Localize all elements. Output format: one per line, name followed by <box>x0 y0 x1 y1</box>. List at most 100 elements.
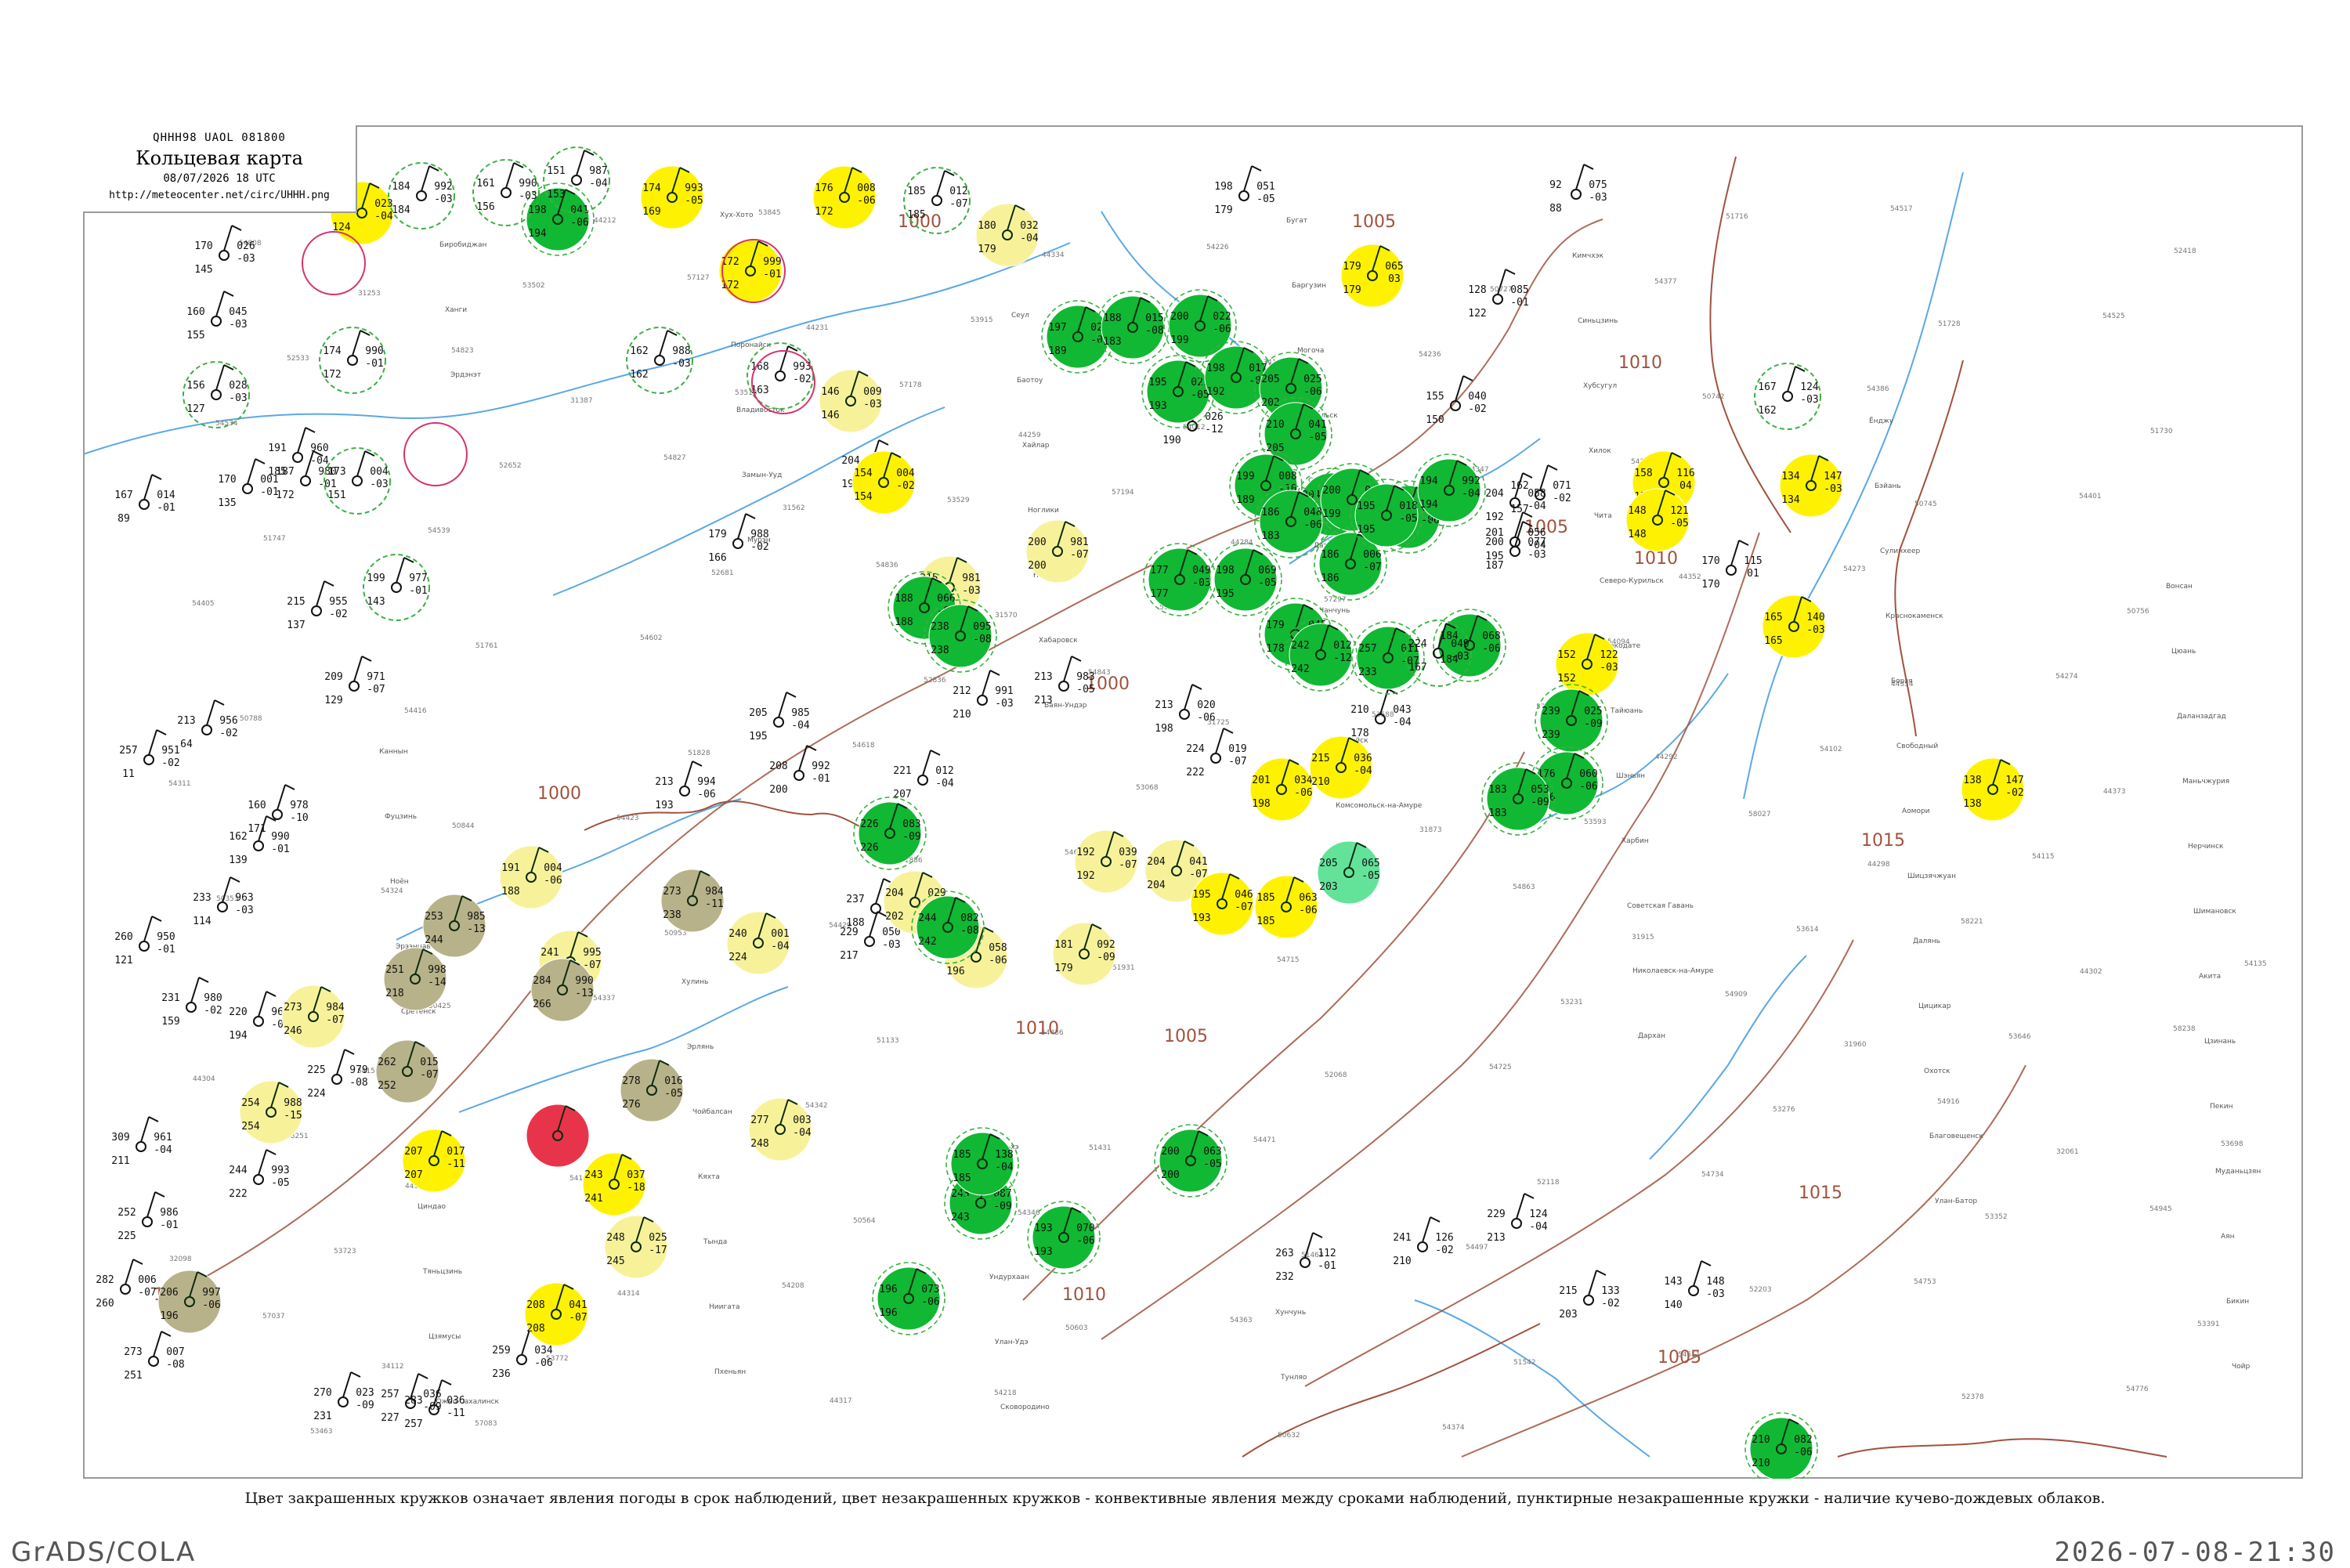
circle-map[interactable]: 1000100510101015100010051010101510001005… <box>83 125 2303 1479</box>
weather-station-25[interactable]: 240 001 224 -04 <box>726 911 790 975</box>
weather-station-22[interactable]: 205 065 203 -05 <box>1317 840 1381 905</box>
weather-station-27[interactable]: 181 092 179 -09 <box>1052 922 1116 986</box>
weather-station-67-dewpoint: 183 <box>1488 807 1506 819</box>
plain-station-43[interactable]: 221 012 207 -04 <box>893 750 954 800</box>
weather-station-34[interactable]: 208 041 208 -07 <box>524 1282 588 1346</box>
plain-station-27[interactable]: 282 006 260 -07 <box>96 1259 157 1310</box>
plain-station-25[interactable]: 244 993 222 -05 <box>229 1149 290 1200</box>
weather-station-36[interactable]: 206 997 196 -06 <box>157 1270 222 1334</box>
weather-station-76[interactable]: 196 073 196 -06 <box>872 1262 945 1335</box>
plain-station-10[interactable]: 160 045 155 -03 <box>186 291 248 341</box>
weather-station-4[interactable]: 172 999172-01 <box>718 239 783 303</box>
plain-station-15[interactable]: 209 971 129 -07 <box>324 656 385 706</box>
plain-station-9[interactable]: 170 115 170 01 <box>1701 540 1762 591</box>
plain-station-20[interactable]: 233 963 114 -03 <box>193 876 254 927</box>
plain-station-0-wind-feather <box>1251 165 1262 172</box>
weather-station-65[interactable]: 239 025 239 -09 <box>1535 684 1608 757</box>
weather-station-20[interactable]: 195 046 193 -07 <box>1190 872 1254 936</box>
weather-station-46[interactable]: 188 015 183 -08 <box>1096 291 1170 364</box>
cb-station-1[interactable]: 161 990 156 -03 <box>472 159 540 226</box>
plain-station-26[interactable]: 252 986 225 -01 <box>118 1191 179 1242</box>
plain-station-17[interactable]: 257 951 11 -02 <box>119 729 180 780</box>
plain-station-41[interactable]: 205 985 195 -04 <box>749 692 810 742</box>
plain-station-22[interactable]: 231 980 159 -02 <box>161 977 222 1028</box>
weather-station-9[interactable]: 200 981 200 -07 <box>1025 519 1090 583</box>
weather-station-74[interactable]: 200 063 200 -05 <box>1154 1124 1227 1198</box>
plain-station-18[interactable]: 160 978171-10 <box>248 784 309 835</box>
cb-station-5[interactable]: 174 990 172 -01 <box>319 327 386 394</box>
plain-station-23[interactable]: 220 967194-04 <box>229 991 290 1042</box>
weather-station-17[interactable]: 215 036 210 -04 <box>1309 735 1373 800</box>
plain-station-14[interactable]: 215 955 137 -02 <box>287 580 348 631</box>
weather-station-23[interactable]: 191 004 188 -06 <box>499 845 563 909</box>
weather-station-21[interactable]: 185 063 185 -06 <box>1254 875 1318 939</box>
weather-station-55[interactable]: 198 069 195 -05 <box>1209 543 1282 616</box>
plain-station-4[interactable]: 155 040 150 -02 <box>1426 375 1487 426</box>
weather-station-30[interactable]: 254 988 254 -15 <box>239 1080 303 1144</box>
plain-station-40[interactable]: 212 991 210 -03 <box>953 670 1014 721</box>
cb-station-11[interactable]: 156 028 127 -03 <box>183 361 250 428</box>
weather-station-11[interactable]: 148 121 148 -05 <box>1625 488 1690 552</box>
plain-station-28[interactable]: 273 007 251 -08 <box>124 1331 185 1382</box>
plain-station-24[interactable]: 309 961 211 -04 <box>111 1116 172 1167</box>
plain-station-47[interactable]: 213 020 198 -06 <box>1155 684 1216 735</box>
plain-station-49[interactable]: 263 112 232 -01 <box>1275 1232 1336 1283</box>
weather-station-13[interactable]: 165 140 165 -03 <box>1762 594 1826 659</box>
plain-station-0[interactable]: 198 051 179 -05 <box>1214 165 1275 216</box>
plain-station-11[interactable]: 170 026 145 -03 <box>194 225 255 276</box>
plain-station-34[interactable]: 213 994 193 -06 <box>655 761 716 811</box>
weather-station-15[interactable]: 138 147 138 -02 <box>1961 757 2025 822</box>
plain-station-21[interactable]: 260 950 121 -01 <box>114 916 175 966</box>
place-name-34: Далянь <box>1913 938 1940 945</box>
cb-station-7[interactable]: 199 977 143 -01 <box>363 554 430 621</box>
plain-station-33[interactable]: 225 979 224 -08 <box>307 1049 368 1100</box>
weather-station-33[interactable]: 248 025 245 -17 <box>604 1215 668 1279</box>
weather-station-40[interactable]: 284 990 266 -13 <box>530 958 595 1022</box>
plain-station-1[interactable]: 92 075 88 -03 <box>1549 164 1607 215</box>
weather-station-43[interactable] <box>526 1104 590 1168</box>
plain-station-39[interactable]: 213 983 213 -05 <box>1034 656 1095 706</box>
plain-station-53[interactable]: 143 148 140 -03 <box>1664 1260 1725 1311</box>
plain-station-32[interactable]: 257 036 227 -09 <box>381 1373 442 1424</box>
plain-station-51[interactable]: 229 124 213 -04 <box>1487 1193 1548 1244</box>
weather-station-12[interactable]: 134 147 134 -03 <box>1779 453 1843 518</box>
weather-station-41[interactable]: 262 015 252 -07 <box>375 1039 439 1104</box>
weather-station-18[interactable]: 192 039 192 -07 <box>1074 829 1138 894</box>
weather-station-29[interactable]: 273 984 246 -07 <box>281 985 345 1049</box>
weather-station-3[interactable]: 180 032 179 -04 <box>975 203 1039 267</box>
weather-station-6[interactable]: 146 009 146 -03 <box>819 369 883 433</box>
weather-station-32[interactable]: 243 037 241 -18 <box>582 1152 646 1216</box>
cb-station-4[interactable]: 167 124 162 -03 <box>1754 363 1821 430</box>
plain-station-29[interactable]: 270 023 231 -09 <box>313 1371 374 1422</box>
weather-station-6-dewpoint: 146 <box>821 410 839 421</box>
weather-station-31[interactable]: 207 017 207 -11 <box>402 1129 466 1193</box>
cb-station-8[interactable]: 162 988 162 -03 <box>626 327 693 394</box>
plain-station-48[interactable]: 210 043 178 -04 <box>1350 688 1412 739</box>
weather-station-70[interactable]: 238 095 238 -08 <box>924 599 997 673</box>
weather-station-63[interactable]: 242 012 242 -12 <box>1284 618 1358 692</box>
plain-station-16[interactable]: 213 956 64 -02 <box>177 699 238 750</box>
plain-station-52[interactable]: 215 133 203 -02 <box>1559 1270 1620 1321</box>
cb-station-0[interactable]: 184 992 184 -03 <box>388 162 455 229</box>
weather-station-20-tendency: -07 <box>1235 901 1253 913</box>
plain-station-46[interactable]: 224 019 222 -07 <box>1186 728 1247 779</box>
weather-station-39[interactable]: 251 998 218 -14 <box>383 947 447 1011</box>
source-url[interactable]: http://meteocenter.net/circ/UHHH.png <box>83 190 356 201</box>
weather-station-5[interactable]: 179 065 179 03 <box>1340 244 1405 308</box>
weather-station-35[interactable]: 277 003 248 -04 <box>748 1097 812 1162</box>
weather-station-7[interactable]: 154 004 154 -02 <box>851 450 916 515</box>
weather-station-67[interactable]: 183 053 183 -09 <box>1481 762 1555 836</box>
weather-station-78[interactable]: 210 082 210 -06 <box>1744 1412 1818 1479</box>
weather-station-14[interactable]: 152 122 152 -03 <box>1555 632 1619 696</box>
weather-station-75[interactable]: 193 070 193 -06 <box>1027 1201 1101 1274</box>
plain-station-12[interactable]: 167 014 89 -01 <box>114 474 175 525</box>
weather-station-38[interactable]: 253 985 244 -13 <box>422 894 486 958</box>
weather-station-1[interactable]: 174 993 169 -05 <box>640 165 704 229</box>
weather-station-16[interactable]: 201 034 198 -06 <box>1249 757 1314 822</box>
weather-station-54[interactable]: 177 049 177 -03 <box>1143 543 1217 616</box>
weather-station-37[interactable]: 273 984 238 -11 <box>660 869 725 933</box>
plain-station-2[interactable]: 128 085 122 -01 <box>1468 269 1529 320</box>
weather-station-42[interactable]: 278 016 276 -05 <box>620 1058 684 1122</box>
weather-station-2[interactable]: 176 008 172 -06 <box>812 165 877 229</box>
plain-station-50[interactable]: 241 126 210 -02 <box>1393 1216 1454 1267</box>
